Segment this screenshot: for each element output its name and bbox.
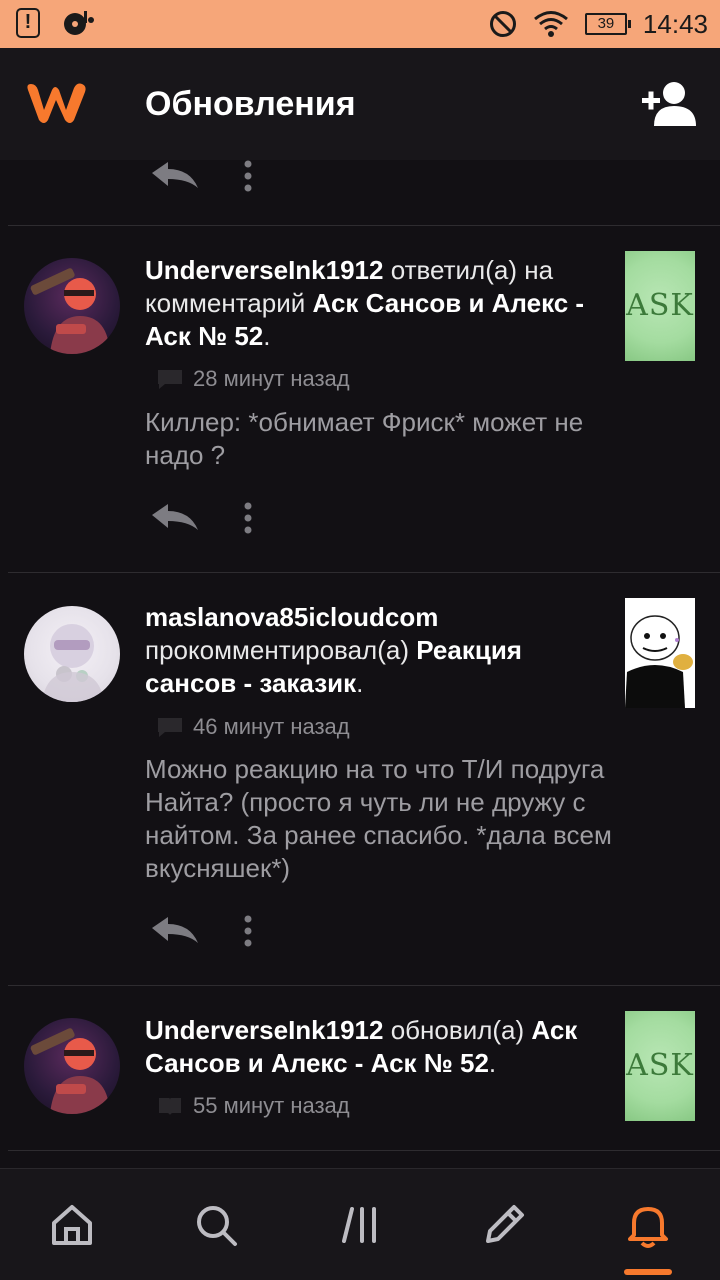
book-icon [159, 1098, 181, 1115]
avatar-image [42, 624, 104, 702]
notification-actions [150, 498, 270, 538]
notification-meta: 46 минут назад [145, 712, 350, 742]
notification-text[interactable]: maslanova85icloudcom прокомментировал(а)… [145, 601, 605, 700]
notifications-feed[interactable]: UnderverseInk1912 ответил(а) на коммента… [0, 160, 720, 1168]
notification-item[interactable]: maslanova85icloudcom прокомментировал(а)… [0, 573, 720, 985]
divider [8, 1150, 720, 1151]
thumbnail-text: ASK [626, 288, 694, 323]
notification-meta: 28 минут назад [145, 364, 350, 394]
thumbnail-text: ASK [626, 1048, 694, 1083]
more-options-icon[interactable] [238, 500, 258, 536]
reply-icon[interactable] [150, 160, 200, 192]
thumbnail-image [625, 615, 693, 708]
more-options-icon[interactable] [238, 160, 258, 194]
notification-actions [150, 160, 270, 196]
comment-icon [158, 718, 182, 737]
notification-text[interactable]: UnderverseInk1912 ответил(а) на коммента… [145, 254, 605, 353]
notification-item[interactable]: UnderverseInk1912 ответил(а) на коммента… [0, 226, 720, 572]
notification-item[interactable]: UnderverseInk1912 обновил(а) Аск Сансов … [0, 986, 720, 1150]
notifications-icon[interactable] [624, 1201, 672, 1249]
page-title: Обновления [145, 85, 356, 123]
action-text: обновил(а) [383, 1015, 532, 1045]
story-thumbnail[interactable]: ASK [625, 1011, 695, 1121]
story-thumbnail[interactable]: ASK [625, 251, 695, 361]
more-options-icon[interactable] [238, 913, 258, 949]
alert-icon: ! [16, 8, 40, 38]
active-tab-indicator [624, 1269, 672, 1275]
bottom-navigation [0, 1168, 720, 1280]
avatar[interactable] [24, 606, 120, 702]
notification-meta: 55 минут назад [145, 1091, 350, 1121]
avatar[interactable] [24, 1018, 120, 1114]
comment-text: Можно реакцию на то что Т/И подруга Найт… [145, 754, 612, 883]
reply-icon[interactable] [150, 915, 200, 947]
actor-name[interactable]: maslanova85icloudcom [145, 602, 438, 632]
add-user-icon[interactable] [640, 80, 698, 128]
battery-level: 39 [597, 15, 615, 32]
write-icon[interactable] [480, 1201, 528, 1249]
clock: 14:43 [642, 9, 708, 39]
comment-icon [158, 370, 182, 389]
story-thumbnail[interactable] [625, 598, 695, 708]
avatar-image [30, 1028, 110, 1114]
search-icon[interactable] [192, 1201, 240, 1249]
timestamp: 55 минут назад [193, 1093, 350, 1118]
battery-icon: 39 [584, 13, 631, 35]
wifi-icon [533, 11, 568, 37]
notification-actions [150, 911, 270, 951]
comment-text: Киллер: *обнимает Фриск* может не надо ? [145, 407, 584, 470]
status-bar: ! 39 14:43 [0, 0, 720, 48]
actor-name[interactable]: UnderverseInk1912 [145, 255, 383, 285]
wattpad-logo[interactable] [22, 80, 90, 128]
avatar[interactable] [24, 258, 120, 354]
music-icon [64, 11, 94, 35]
avatar-image [30, 268, 110, 354]
timestamp: 46 минут назад [193, 714, 350, 739]
home-icon[interactable] [48, 1201, 96, 1249]
library-icon[interactable] [338, 1201, 386, 1249]
actor-name[interactable]: UnderverseInk1912 [145, 1015, 383, 1045]
app-bar: Обновления [0, 48, 720, 160]
timestamp: 28 минут назад [193, 366, 350, 391]
reply-icon[interactable] [150, 502, 200, 534]
dnd-icon [489, 11, 516, 37]
action-text: прокомментировал(а) [145, 635, 417, 665]
notification-text[interactable]: UnderverseInk1912 обновил(а) Аск Сансов … [145, 1014, 605, 1080]
